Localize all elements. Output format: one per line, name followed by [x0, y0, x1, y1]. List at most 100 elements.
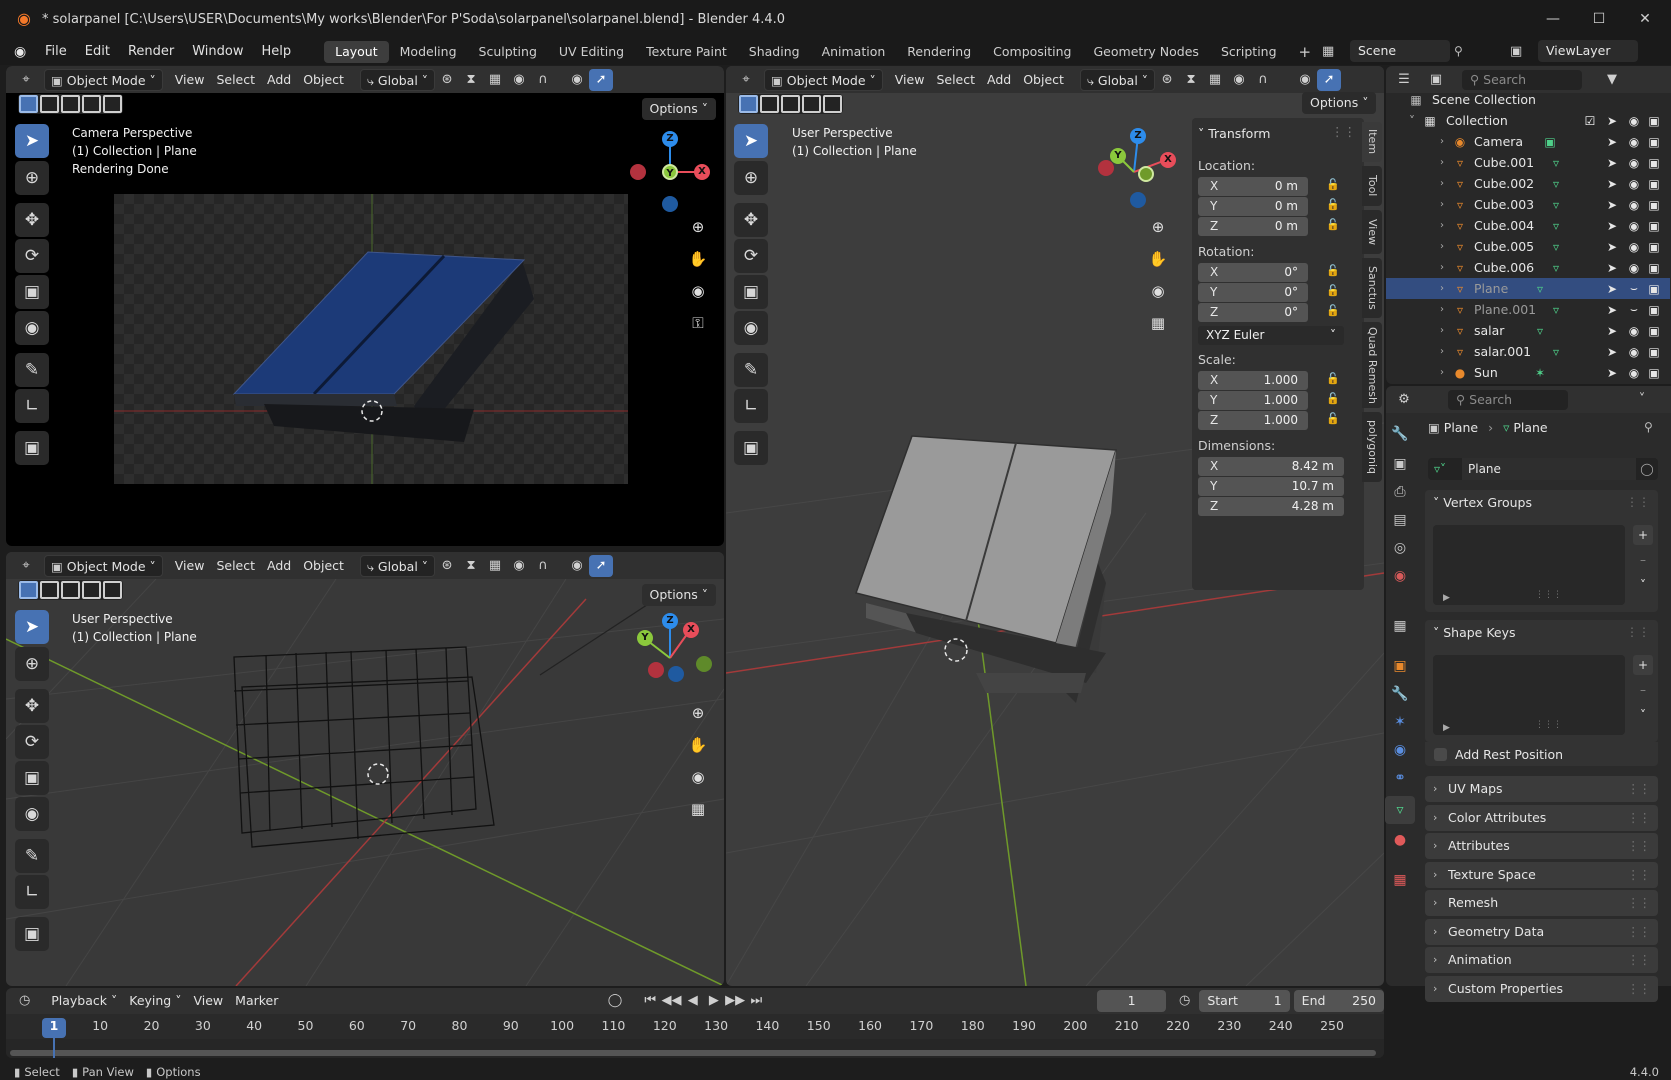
- snap-icon[interactable]: ⧗: [459, 555, 483, 577]
- select-arrow-icon[interactable]: ➤: [1604, 303, 1620, 317]
- mesh-data-icon[interactable]: ▿: [1548, 261, 1564, 275]
- outliner-item-cube-001[interactable]: › ▿ Cube.001 ▿ ➤ ◉ ▣: [1386, 152, 1670, 173]
- panel-attributes[interactable]: › Attributes ⋮⋮: [1425, 833, 1658, 859]
- camera-view-icon[interactable]: ◉: [684, 277, 712, 305]
- workspace-tab-compositing[interactable]: Compositing: [982, 41, 1082, 63]
- options-dropdown[interactable]: Options ˅: [1302, 92, 1377, 114]
- eye-icon[interactable]: ◉: [1626, 177, 1642, 191]
- camera-view-icon[interactable]: ◉: [684, 763, 712, 791]
- resize-grip-icon[interactable]: ⋮⋮⋮: [1535, 590, 1562, 600]
- material-properties-tab-icon[interactable]: ●: [1385, 826, 1415, 854]
- workspace-tab-texture-paint[interactable]: Texture Paint: [635, 41, 738, 63]
- snap-icon[interactable]: ⧗: [1179, 69, 1203, 91]
- blender-menu-icon[interactable]: ◉: [14, 44, 36, 60]
- zoom-icon[interactable]: ⊕: [1144, 213, 1172, 241]
- outliner-item-cube-003[interactable]: › ▿ Cube.003 ▿ ➤ ◉ ▣: [1386, 194, 1670, 215]
- scale-y-field[interactable]: Y 1.000: [1198, 391, 1308, 410]
- eye-icon[interactable]: ◉: [1626, 261, 1642, 275]
- falloff-icon[interactable]: ∩: [531, 69, 555, 91]
- constraints-properties-tab-icon[interactable]: ⚭: [1385, 764, 1415, 792]
- snap-target-icon[interactable]: ▦: [483, 69, 507, 91]
- transform-tool-icon[interactable]: ◉: [734, 311, 768, 345]
- render-camera-icon[interactable]: ▣: [1646, 366, 1662, 380]
- physics-properties-tab-icon[interactable]: ◉: [1385, 736, 1415, 764]
- drag-grip-icon[interactable]: ⋮⋮: [1331, 124, 1356, 139]
- scene-properties-tab-icon[interactable]: ◎: [1385, 534, 1415, 562]
- chevron-right-icon[interactable]: ›: [1434, 304, 1450, 315]
- chevron-right-icon[interactable]: ›: [1434, 325, 1450, 336]
- mesh-data-icon[interactable]: ▿: [1548, 345, 1564, 359]
- pivot-point-icon[interactable]: ⊛: [435, 69, 459, 91]
- view-layer-name[interactable]: ViewLayer: [1538, 40, 1638, 62]
- gizmo-neg-x[interactable]: [630, 164, 646, 180]
- render-camera-icon[interactable]: ▣: [1646, 135, 1662, 149]
- object-properties-tab-icon[interactable]: ▣: [1385, 652, 1415, 680]
- pin-icon[interactable]: ⚲: [1454, 44, 1463, 58]
- gizmo-neg-x[interactable]: [648, 662, 664, 678]
- measure-tool-icon[interactable]: ∟: [15, 389, 49, 423]
- modifier-properties-tab-icon[interactable]: 🔧: [1385, 680, 1415, 708]
- annotate-tool-icon[interactable]: ✎: [734, 353, 768, 387]
- drag-grip-icon[interactable]: ⋮⋮: [1627, 776, 1651, 802]
- options-dropdown[interactable]: Options ˅: [641, 98, 716, 120]
- playback-dropdown[interactable]: Playback ˅: [45, 990, 123, 1012]
- close-button[interactable]: ✕: [1622, 0, 1668, 38]
- render-camera-icon[interactable]: ▣: [1646, 282, 1662, 296]
- workspace-tab-scripting[interactable]: Scripting: [1210, 41, 1288, 63]
- gizmo-toggle-icon[interactable]: ➚: [589, 68, 614, 91]
- mesh-data-icon[interactable]: ▿: [1548, 156, 1564, 170]
- mesh-data-icon[interactable]: ▿: [1548, 177, 1564, 191]
- cursor-tool-icon[interactable]: ⊕: [734, 161, 768, 195]
- add-cube-tool-icon[interactable]: ▣: [15, 431, 49, 465]
- select-box-tool-icon[interactable]: ➤: [15, 610, 49, 644]
- mesh-browse-icon[interactable]: ▿˅: [1434, 462, 1462, 476]
- rotation-mode-dropdown[interactable]: XYZ Euler ˅: [1198, 326, 1344, 345]
- gizmo-neg-y[interactable]: [1138, 166, 1154, 182]
- select-arrow-icon[interactable]: ➤: [1604, 198, 1620, 212]
- add-rest-position-checkbox[interactable]: [1434, 747, 1447, 761]
- editor-type-icon[interactable]: ⌖: [14, 555, 38, 577]
- scale-tool-icon[interactable]: ▣: [15, 275, 49, 309]
- mesh-data-icon[interactable]: ▿: [1548, 303, 1564, 317]
- play-icon[interactable]: ▶: [703, 990, 724, 1012]
- sidebar-tab-tool[interactable]: Tool: [1362, 166, 1382, 206]
- properties-search-input[interactable]: ⚲ Search: [1448, 389, 1568, 410]
- select-arrow-icon[interactable]: ➤: [1604, 114, 1620, 128]
- dimensions-x-field[interactable]: X 8.42 m: [1198, 457, 1344, 476]
- chevron-right-icon[interactable]: ›: [1434, 199, 1450, 210]
- sidebar-tab-view[interactable]: View: [1362, 210, 1382, 254]
- tool-properties-tab-icon[interactable]: 🔧: [1385, 420, 1415, 448]
- breadcrumb-mesh[interactable]: Plane: [1513, 420, 1547, 435]
- remove-vertex-group-button[interactable]: –: [1633, 550, 1653, 570]
- mesh-data-icon[interactable]: ▿: [1532, 324, 1548, 338]
- viewport-main[interactable]: ⌖ ▣ Object Mode ˅ View Select Add Object…: [726, 66, 1384, 986]
- render-camera-icon[interactable]: ▣: [1646, 198, 1662, 212]
- eye-icon[interactable]: ◉: [1626, 156, 1642, 170]
- menu-add[interactable]: Add: [261, 555, 297, 577]
- transform-orientation-dropdown[interactable]: ⤷ Global ˅: [359, 68, 436, 91]
- panel-color-attributes[interactable]: › Color Attributes ⋮⋮: [1425, 804, 1658, 831]
- transform-orientation-dropdown[interactable]: ⤷ Global ˅: [1079, 68, 1156, 91]
- menu-object[interactable]: Object: [297, 69, 350, 91]
- gizmo-x[interactable]: X: [694, 164, 710, 180]
- pivot-point-icon[interactable]: ⊛: [435, 555, 459, 577]
- sidebar-tab-quad-remesh[interactable]: Quad Remesh: [1362, 322, 1382, 408]
- lock-icon[interactable]: 🔓: [1326, 392, 1340, 405]
- drag-grip-icon[interactable]: ⋮⋮: [1626, 625, 1650, 639]
- gizmo-z[interactable]: Z: [662, 613, 678, 629]
- eye-icon[interactable]: ◉: [1626, 345, 1642, 359]
- editor-type-icon[interactable]: ⌖: [14, 69, 38, 91]
- camera-data-icon[interactable]: ▣: [1542, 135, 1558, 149]
- outliner-item-plane-001[interactable]: › ▿ Plane.001 ▿ ➤ ⌣ ▣: [1386, 299, 1670, 320]
- mesh-data-icon[interactable]: ▿: [1532, 282, 1548, 296]
- lock-icon[interactable]: 🔓: [1326, 218, 1340, 231]
- timeline-scrollbar[interactable]: [10, 1050, 1376, 1056]
- menu-view[interactable]: View: [169, 555, 211, 577]
- texture-properties-tab-icon[interactable]: ▦: [1385, 866, 1415, 894]
- chevron-right-icon[interactable]: ›: [1434, 136, 1450, 147]
- gizmo-z[interactable]: Z: [662, 131, 678, 147]
- gizmo-toggle-icon[interactable]: ➚: [1317, 68, 1342, 91]
- sidebar-tab-item[interactable]: Item: [1362, 122, 1382, 162]
- view-layer-properties-tab-icon[interactable]: ▤: [1385, 506, 1415, 534]
- vertex-group-menu-button[interactable]: ˅: [1633, 575, 1653, 595]
